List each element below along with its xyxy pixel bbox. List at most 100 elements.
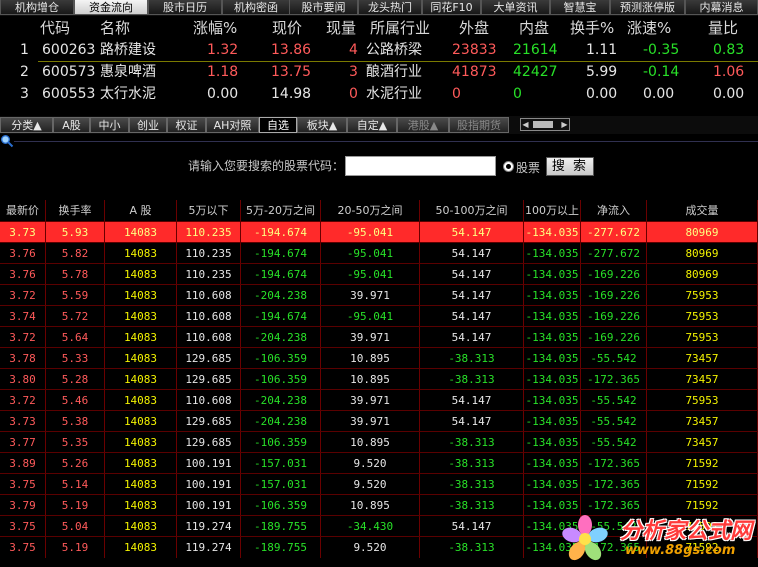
table-cell: 5.19 — [46, 537, 105, 558]
table-row[interactable]: 3.72 5.46 14083 110.608 -204.238 39.971 54.147… — [0, 389, 758, 411]
table-cell: 39.971 — [321, 285, 420, 306]
top-tab-5[interactable]: 龙头热门 — [358, 0, 422, 15]
table-row[interactable]: 3.74 5.72 14083 110.608 -194.674 -95.041 54.14… — [0, 305, 758, 327]
board-tab-5[interactable]: AH对照 — [206, 117, 259, 133]
top-tab-1[interactable]: 资金流向 — [74, 0, 148, 15]
top-tab-8[interactable]: 智慧宝 — [550, 0, 610, 15]
top-tab-bar: 机构增仓 资金流向 股市日历 机构密函 股市要闻 龙头热门 同花F10 大单资讯 智慧宝 预测涨停… — [0, 0, 758, 16]
table-cell: 14083 — [105, 453, 177, 474]
table-cell: -134.035 — [524, 348, 581, 369]
quote-cell-name[interactable]: 太行水泥 — [100, 83, 156, 105]
quote-cell-name[interactable]: 路桥建设 — [100, 39, 156, 61]
table-row[interactable]: 3.73 5.93 14083 110.235 -194.674 -95.041 54.14… — [0, 221, 758, 243]
table-cell: 5.82 — [46, 243, 105, 264]
top-tab-6[interactable]: 同花F10 — [422, 0, 481, 15]
quote-cell-industry: 酿酒行业 — [366, 64, 422, 80]
table-row[interactable]: 3.77 5.35 14083 129.685 -106.359 10.895 -38.31… — [0, 431, 758, 453]
board-tab-1[interactable]: A股 — [53, 117, 90, 133]
table-cell: 75953 — [647, 327, 758, 348]
tab-scrollbar[interactable]: ◀ ▶ — [520, 118, 570, 131]
search-icon[interactable] — [0, 134, 14, 148]
board-tab-9[interactable]: 港股▲ — [397, 117, 449, 133]
quote-cell-idx: 3 — [20, 86, 29, 102]
board-tab-8[interactable]: 自定▲ — [347, 117, 397, 133]
table-cell: 54.147 — [420, 516, 524, 537]
table-cell: 119.274 — [177, 516, 241, 537]
column-header[interactable]: 100万以上 — [524, 200, 581, 221]
column-header[interactable]: 50-100万之间 — [420, 200, 524, 221]
table-cell: 3.78 — [0, 348, 46, 369]
table-cell: -169.226 — [581, 327, 647, 348]
board-tab-6[interactable]: 自选 — [259, 117, 297, 133]
table-cell: -38.313 — [420, 369, 524, 390]
column-header[interactable]: 换手率 — [46, 200, 105, 221]
top-tab-2[interactable]: 股市日历 — [148, 0, 222, 15]
table-row[interactable]: 3.75 5.14 14083 100.191 -157.031 9.520 -38.313… — [0, 473, 758, 495]
stock-code-search-input[interactable] — [345, 156, 496, 176]
quote-cell-code[interactable]: 600573 — [42, 61, 95, 83]
search-prompt-label: 请输入您要搜索的股票代码： — [188, 159, 345, 173]
table-cell: -134.035 — [524, 243, 581, 264]
table-cell: 3.72 — [0, 327, 46, 348]
table-cell: 5.04 — [46, 516, 105, 537]
table-cell: 54.147 — [420, 285, 524, 306]
board-tab-7[interactable]: 板块▲ — [297, 117, 347, 133]
table-cell: -55.542 — [581, 411, 647, 432]
table-row[interactable]: 3.72 5.59 14083 110.608 -204.238 39.971 54.147… — [0, 284, 758, 306]
table-cell: 73457 — [647, 411, 758, 432]
board-tab-10[interactable]: 股指期货 — [449, 117, 509, 133]
scroll-left-icon[interactable]: ◀ — [521, 119, 530, 130]
table-row[interactable]: 3.78 5.33 14083 129.685 -106.359 10.895 -38.31… — [0, 347, 758, 369]
column-header[interactable]: 5万-20万之间 — [241, 200, 321, 221]
quote-cell-code[interactable]: 600263 — [42, 39, 95, 61]
table-row[interactable]: 3.72 5.64 14083 110.608 -204.238 39.971 54.147… — [0, 326, 758, 348]
column-header[interactable]: 20-50万之间 — [321, 200, 420, 221]
table-cell: 9.520 — [321, 537, 420, 558]
watermark-title: 分析家公式网 — [620, 519, 753, 544]
table-cell: -194.674 — [241, 264, 321, 285]
column-header[interactable]: 成交量 — [647, 200, 758, 221]
table-cell: 54.147 — [420, 390, 524, 411]
table-cell: -277.672 — [581, 243, 647, 264]
board-tab-4[interactable]: 权证 — [167, 117, 206, 133]
table-row[interactable]: 3.76 5.82 14083 110.235 -194.674 -95.041 54.14… — [0, 242, 758, 264]
quote-cell-inner: 0 — [513, 86, 522, 102]
table-cell: -134.035 — [524, 264, 581, 285]
quote-cell-name[interactable]: 惠泉啤酒 — [100, 61, 156, 83]
board-tab-3[interactable]: 创业 — [129, 117, 167, 133]
table-row[interactable]: 3.73 5.38 14083 129.685 -204.238 39.971 54.147… — [0, 410, 758, 432]
scroll-right-icon[interactable]: ▶ — [560, 119, 569, 130]
top-tab-4[interactable]: 股市要闻 — [289, 0, 358, 15]
table-row[interactable]: 3.80 5.28 14083 129.685 -106.359 10.895 -38.31… — [0, 368, 758, 390]
quote-panel: 代码 名称 涨幅% 现价 现量 所属行业 外盘 内盘 换手% 涨速% 量比 1 600263 路桥建设 1.… — [0, 16, 758, 114]
column-header[interactable]: 最新价 — [0, 200, 46, 221]
column-header[interactable]: 净流入 — [581, 200, 647, 221]
table-cell: 110.235 — [177, 243, 241, 264]
top-tab-0[interactable]: 机构增仓 — [0, 0, 74, 15]
column-header[interactable]: 5万以下 — [177, 200, 241, 221]
table-cell: 71592 — [647, 474, 758, 495]
top-tab-9[interactable]: 预测涨停版 — [610, 0, 685, 15]
top-tab-7[interactable]: 大单资讯 — [481, 0, 550, 15]
table-cell: 100.191 — [177, 474, 241, 495]
quote-cell-code[interactable]: 600553 — [42, 83, 95, 105]
top-tab-3[interactable]: 机构密函 — [222, 0, 290, 15]
table-cell: 110.608 — [177, 327, 241, 348]
scrollbar-thumb[interactable] — [533, 121, 553, 128]
table-cell: -106.359 — [241, 432, 321, 453]
top-tab-10[interactable]: 内幕消息 — [685, 0, 758, 15]
board-tab-2[interactable]: 中小 — [90, 117, 129, 133]
table-cell: -38.313 — [420, 474, 524, 495]
stock-radio-button[interactable] — [503, 161, 514, 172]
quote-cell-price: 13.75 — [271, 64, 312, 80]
table-cell: 14083 — [105, 348, 177, 369]
table-cell: -38.313 — [420, 453, 524, 474]
column-header[interactable]: A 股 — [105, 200, 177, 221]
quote-cell-speed: -0.14 — [643, 64, 680, 80]
search-button[interactable]: 搜 索 — [546, 157, 594, 176]
table-row[interactable]: 3.76 5.78 14083 110.235 -194.674 -95.041 54.14… — [0, 263, 758, 285]
table-cell: -134.035 — [524, 453, 581, 474]
board-tab-0[interactable]: 分类▲ — [0, 117, 53, 133]
table-row[interactable]: 3.89 5.26 14083 100.191 -157.031 9.520 -38.313… — [0, 452, 758, 474]
table-cell: 110.608 — [177, 390, 241, 411]
